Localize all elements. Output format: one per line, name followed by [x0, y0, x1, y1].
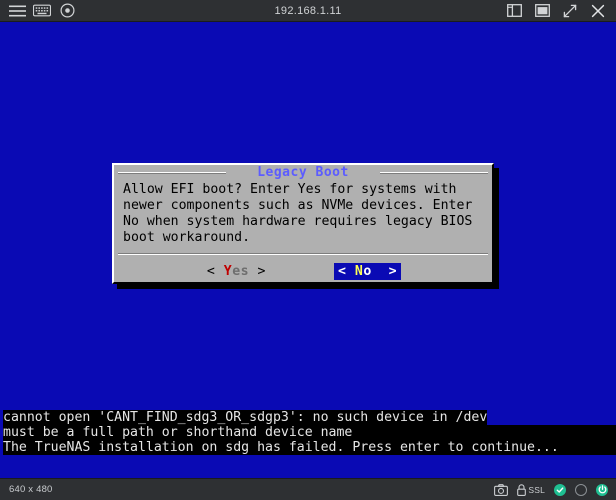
resolution-label: 640 x 480	[9, 484, 53, 495]
no-button[interactable]: < No >	[334, 262, 402, 280]
dialog-message-line: No when system hardware requires legacy …	[123, 214, 473, 229]
yes-button[interactable]: < Yes >	[205, 263, 268, 280]
dialog-button-row: < Yes > < No >	[114, 260, 492, 282]
dialog-separator	[118, 253, 488, 255]
terminal-line: The TrueNAS installation on sdg has fail…	[3, 440, 616, 455]
titlebar-right-icons	[505, 3, 616, 19]
remote-console-window: 192.168.1.11 Legacy Boot Allow EFI boot?…	[0, 0, 616, 500]
terminal-output: cannot open 'CANT_FIND_sdg3_OR_sdgp3': n…	[3, 410, 616, 455]
dialog-message-line: boot workaround.	[123, 230, 251, 245]
titlebar-left-icons	[0, 3, 76, 19]
remote-screen[interactable]: Legacy Boot Allow EFI boot? Enter Yes fo…	[0, 22, 616, 478]
sidebar-toggle-icon[interactable]	[505, 3, 523, 19]
remote-screen-canvas[interactable]: Legacy Boot Allow EFI boot? Enter Yes fo…	[3, 24, 616, 478]
connection-ok-indicator[interactable]	[554, 483, 566, 496]
ssl-label: SSL	[528, 484, 545, 495]
keyboard-icon[interactable]	[33, 3, 51, 19]
button-hotkey: Y	[223, 263, 233, 279]
ssl-status: SSL	[517, 483, 545, 496]
dialog-title: Legacy Boot	[257, 165, 349, 180]
dialog-message: Allow EFI boot? Enter Yes for systems wi…	[114, 180, 492, 246]
window-restore-icon[interactable]	[533, 3, 551, 19]
record-icon[interactable]	[58, 3, 76, 19]
secondary-indicator[interactable]	[575, 483, 587, 496]
close-icon[interactable]	[589, 3, 607, 19]
button-label: o	[363, 263, 372, 279]
lock-icon	[517, 483, 527, 496]
power-indicator[interactable]	[596, 483, 608, 496]
window-titlebar: 192.168.1.11	[0, 0, 616, 22]
terminal-line: must be a full path or shorthand device …	[3, 425, 616, 440]
dialog-message-line: Allow EFI boot? Enter Yes for systems wi…	[123, 182, 457, 197]
terminal-line: cannot open 'CANT_FIND_sdg3_OR_sdgp3': n…	[3, 410, 488, 425]
menu-icon[interactable]	[8, 3, 26, 19]
status-bar: 640 x 480 SSL	[0, 478, 616, 500]
button-label: es	[232, 263, 250, 279]
fullscreen-icon[interactable]	[561, 3, 579, 19]
screenshot-icon[interactable]	[494, 483, 509, 496]
dialog-titlebar: Legacy Boot	[114, 165, 492, 180]
dialog-message-line: newer components such as NVMe devices. E…	[123, 198, 473, 213]
status-bar-right: SSL	[494, 483, 616, 496]
legacy-boot-dialog: Legacy Boot Allow EFI boot? Enter Yes fo…	[112, 163, 494, 284]
